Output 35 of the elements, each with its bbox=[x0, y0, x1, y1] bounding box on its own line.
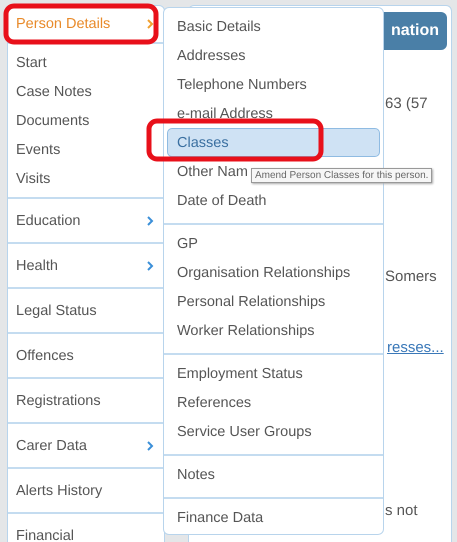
menu-item[interactable]: Legal Status bbox=[8, 289, 164, 332]
submenu-item[interactable]: Organisation Relationships bbox=[167, 258, 380, 287]
chevron-right-icon bbox=[146, 19, 154, 29]
chevron-right-icon bbox=[146, 440, 154, 450]
menu-item[interactable]: Education bbox=[8, 199, 164, 242]
field-value: s not bbox=[385, 502, 418, 519]
submenu-item[interactable]: Date of Death bbox=[167, 186, 380, 215]
submenu-item[interactable]: Finance Data bbox=[167, 503, 380, 532]
tooltip: Amend Person Classes for this person. bbox=[251, 168, 432, 183]
submenu-item[interactable]: Notes bbox=[167, 460, 380, 489]
field-value: 63 (57 bbox=[385, 95, 428, 112]
submenu-item[interactable]: Service User Groups bbox=[167, 417, 380, 446]
submenu-item[interactable]: e-mail Address bbox=[167, 99, 380, 128]
submenu-item[interactable]: Classes bbox=[167, 128, 380, 157]
submenu-item[interactable]: References bbox=[167, 388, 380, 417]
menu-item[interactable]: Financial bbox=[8, 514, 164, 542]
menu-item[interactable]: Carer Data bbox=[8, 424, 164, 467]
chevron-right-icon bbox=[146, 260, 154, 270]
menu-item[interactable]: Alerts History bbox=[8, 469, 164, 512]
address-link[interactable]: resses... bbox=[387, 339, 444, 356]
field-value: Somers bbox=[385, 268, 437, 285]
submenu-item[interactable]: GP bbox=[167, 229, 380, 258]
menu-item[interactable]: Health bbox=[8, 244, 164, 287]
submenu-item[interactable]: Personal Relationships bbox=[167, 287, 380, 316]
submenu-item[interactable]: Employment Status bbox=[167, 359, 380, 388]
chevron-right-icon bbox=[146, 216, 154, 226]
menu-item[interactable]: Start bbox=[8, 48, 164, 77]
menu-item[interactable]: Case Notes bbox=[8, 77, 164, 106]
menu-item[interactable]: Offences bbox=[8, 334, 164, 377]
menu-item[interactable]: Visits bbox=[8, 164, 164, 193]
menu-item[interactable]: Events bbox=[8, 135, 164, 164]
submenu-item[interactable]: Worker Relationships bbox=[167, 316, 380, 345]
submenu-item[interactable]: Telephone Numbers bbox=[167, 70, 380, 99]
menu-item[interactable]: Registrations bbox=[8, 379, 164, 422]
menu-item[interactable]: Documents bbox=[8, 106, 164, 135]
